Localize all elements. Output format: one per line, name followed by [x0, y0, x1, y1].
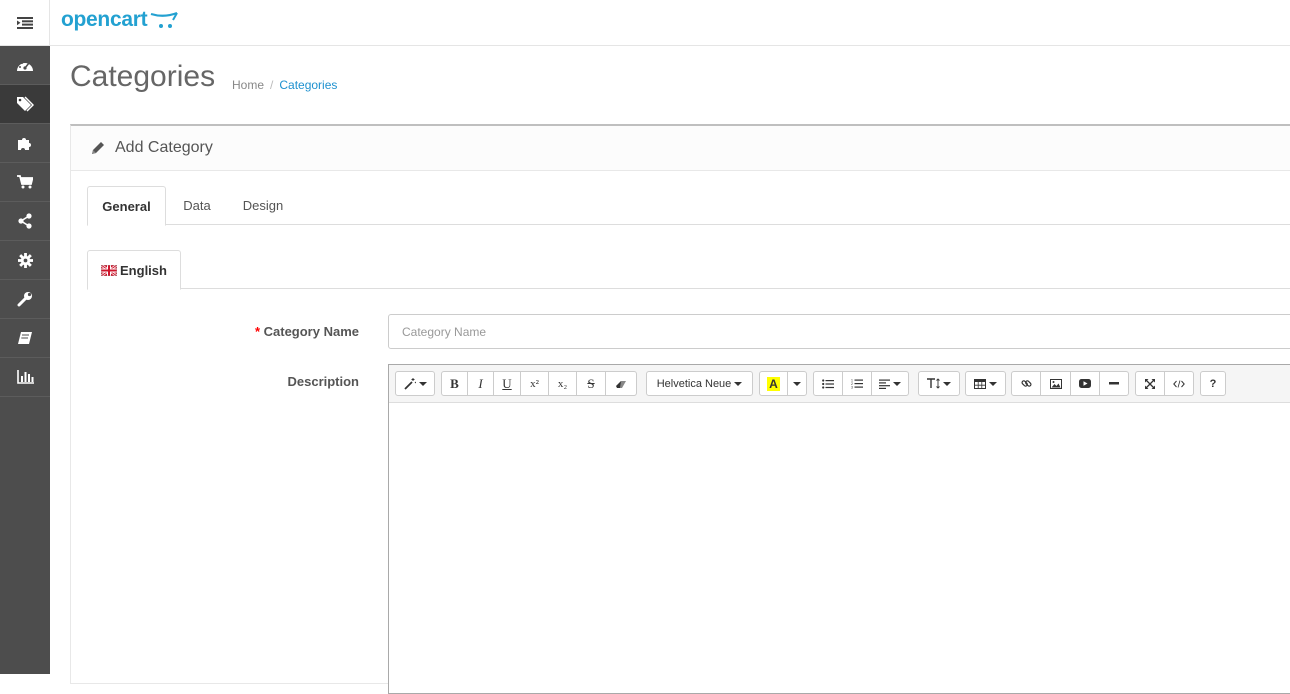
- main-tabs: General Data Design: [87, 186, 1290, 226]
- book-icon: [18, 332, 32, 344]
- horizontal-rule-button[interactable]: [1099, 371, 1129, 396]
- fullscreen-icon: [1145, 378, 1155, 389]
- tab-general[interactable]: General: [87, 186, 166, 226]
- line-height-dropdown[interactable]: [918, 371, 960, 396]
- editor-toolbar: B I U x² x₂ S Helvetica Neue A 1 2 3 ?: [389, 365, 1290, 403]
- category-name-label-text: Category Name: [263, 324, 359, 339]
- help-button[interactable]: ?: [1200, 371, 1226, 396]
- puzzle-icon: [18, 138, 31, 150]
- description-editable-area[interactable]: [389, 403, 1290, 693]
- tags-icon: [17, 96, 34, 112]
- sidebar-item-dashboard[interactable]: [0, 46, 50, 85]
- add-category-panel: Add Category General Data Design English…: [70, 124, 1290, 694]
- sidebar-item-sales[interactable]: [0, 163, 50, 202]
- sidebar-item-reports-book[interactable]: [0, 319, 50, 358]
- picture-icon: [1049, 378, 1062, 389]
- cart-logo-icon: [150, 11, 179, 28]
- sidebar-item-catalog[interactable]: [0, 85, 50, 124]
- tab-design[interactable]: Design: [233, 186, 293, 225]
- opencart-logo[interactable]: opencart: [61, 8, 179, 32]
- table-icon: [974, 378, 986, 389]
- code-view-button[interactable]: [1164, 371, 1194, 396]
- uk-flag-icon: [101, 264, 118, 276]
- dashboard-icon: [17, 60, 33, 71]
- italic-button[interactable]: I: [467, 371, 494, 396]
- color-group: A: [759, 371, 807, 396]
- line-height-group: [918, 371, 960, 396]
- youtube-play-icon: [1079, 379, 1091, 388]
- bold-button[interactable]: B: [441, 371, 468, 396]
- cog-icon: [17, 252, 33, 268]
- breadcrumb: Home / Categories: [232, 78, 337, 92]
- insert-video-button[interactable]: [1070, 371, 1100, 396]
- sidebar-item-system[interactable]: [0, 241, 50, 280]
- paragraph-group: 123: [813, 371, 909, 396]
- font-name-group: Helvetica Neue: [646, 371, 753, 396]
- top-header: opencart: [0, 0, 1290, 46]
- style-dropdown-button[interactable]: [395, 371, 435, 396]
- magic-wand-icon: [403, 377, 416, 390]
- align-left-icon: [879, 379, 890, 389]
- svg-text:3: 3: [851, 386, 853, 390]
- list-ul-icon: [822, 378, 834, 389]
- code-icon: [1173, 379, 1185, 388]
- table-group: [965, 371, 1006, 396]
- style-group: [395, 371, 435, 396]
- font-style-group: B I U x² x₂ S: [441, 371, 637, 396]
- page-title: Categories: [70, 60, 216, 93]
- description-label: Description: [287, 374, 359, 389]
- language-label: English: [120, 262, 167, 278]
- font-name-value: Helvetica Neue: [656, 377, 732, 390]
- required-marker: *: [254, 324, 260, 339]
- color-dropdown-button[interactable]: [787, 371, 807, 396]
- unordered-list-button[interactable]: [813, 371, 843, 396]
- clear-format-button[interactable]: [605, 371, 637, 396]
- cart-icon: [17, 175, 33, 189]
- panel-heading: Add Category: [71, 126, 1290, 171]
- menu-indent-icon: [16, 17, 33, 29]
- breadcrumb-separator: /: [270, 78, 274, 92]
- help-group: ?: [1200, 371, 1226, 396]
- ordered-list-button[interactable]: 123: [842, 371, 872, 396]
- view-group: [1135, 371, 1194, 396]
- list-ol-icon: 123: [851, 379, 863, 390]
- sidebar-item-tools[interactable]: [0, 280, 50, 319]
- panel-title: Add Category: [115, 139, 213, 156]
- insert-image-button[interactable]: [1040, 371, 1071, 396]
- menu-toggle-button[interactable]: [0, 0, 50, 46]
- strikethrough-button[interactable]: S: [576, 371, 606, 396]
- pencil-icon: [92, 142, 104, 154]
- category-name-input[interactable]: [388, 314, 1290, 349]
- breadcrumb-categories-link[interactable]: Categories: [279, 78, 337, 92]
- tab-data[interactable]: Data: [171, 186, 223, 225]
- breadcrumb-home-link[interactable]: Home: [232, 78, 264, 92]
- font-name-dropdown[interactable]: Helvetica Neue: [646, 371, 753, 396]
- insert-group: [1011, 371, 1129, 396]
- wrench-icon: [17, 292, 32, 307]
- paragraph-align-dropdown[interactable]: [871, 371, 909, 396]
- sidebar-item-marketing[interactable]: [0, 202, 50, 241]
- text-height-icon: [927, 378, 940, 389]
- fullscreen-button[interactable]: [1135, 371, 1165, 396]
- category-name-label: * Category Name: [171, 324, 359, 339]
- tab-language-english[interactable]: English: [87, 250, 181, 290]
- sidebar-item-reports[interactable]: [0, 358, 50, 397]
- eraser-icon: [615, 380, 626, 388]
- language-tabs: English: [87, 250, 1290, 290]
- share-icon: [18, 213, 32, 229]
- underline-button[interactable]: U: [493, 371, 521, 396]
- sidebar-item-extensions[interactable]: [0, 124, 50, 163]
- subscript-button[interactable]: x₂: [548, 371, 577, 396]
- table-dropdown[interactable]: [965, 371, 1006, 396]
- description-editor: B I U x² x₂ S Helvetica Neue A 1 2 3 ?: [388, 364, 1290, 694]
- logo-text: opencart: [61, 8, 148, 31]
- superscript-button[interactable]: x²: [520, 371, 549, 396]
- link-icon: [1020, 380, 1032, 387]
- insert-link-button[interactable]: [1011, 371, 1041, 396]
- sidebar-nav: [0, 46, 50, 674]
- minus-icon: [1109, 382, 1119, 385]
- bar-chart-icon: [16, 370, 34, 384]
- highlight-color-button[interactable]: A: [759, 371, 788, 396]
- highlight-a-icon: A: [767, 376, 780, 391]
